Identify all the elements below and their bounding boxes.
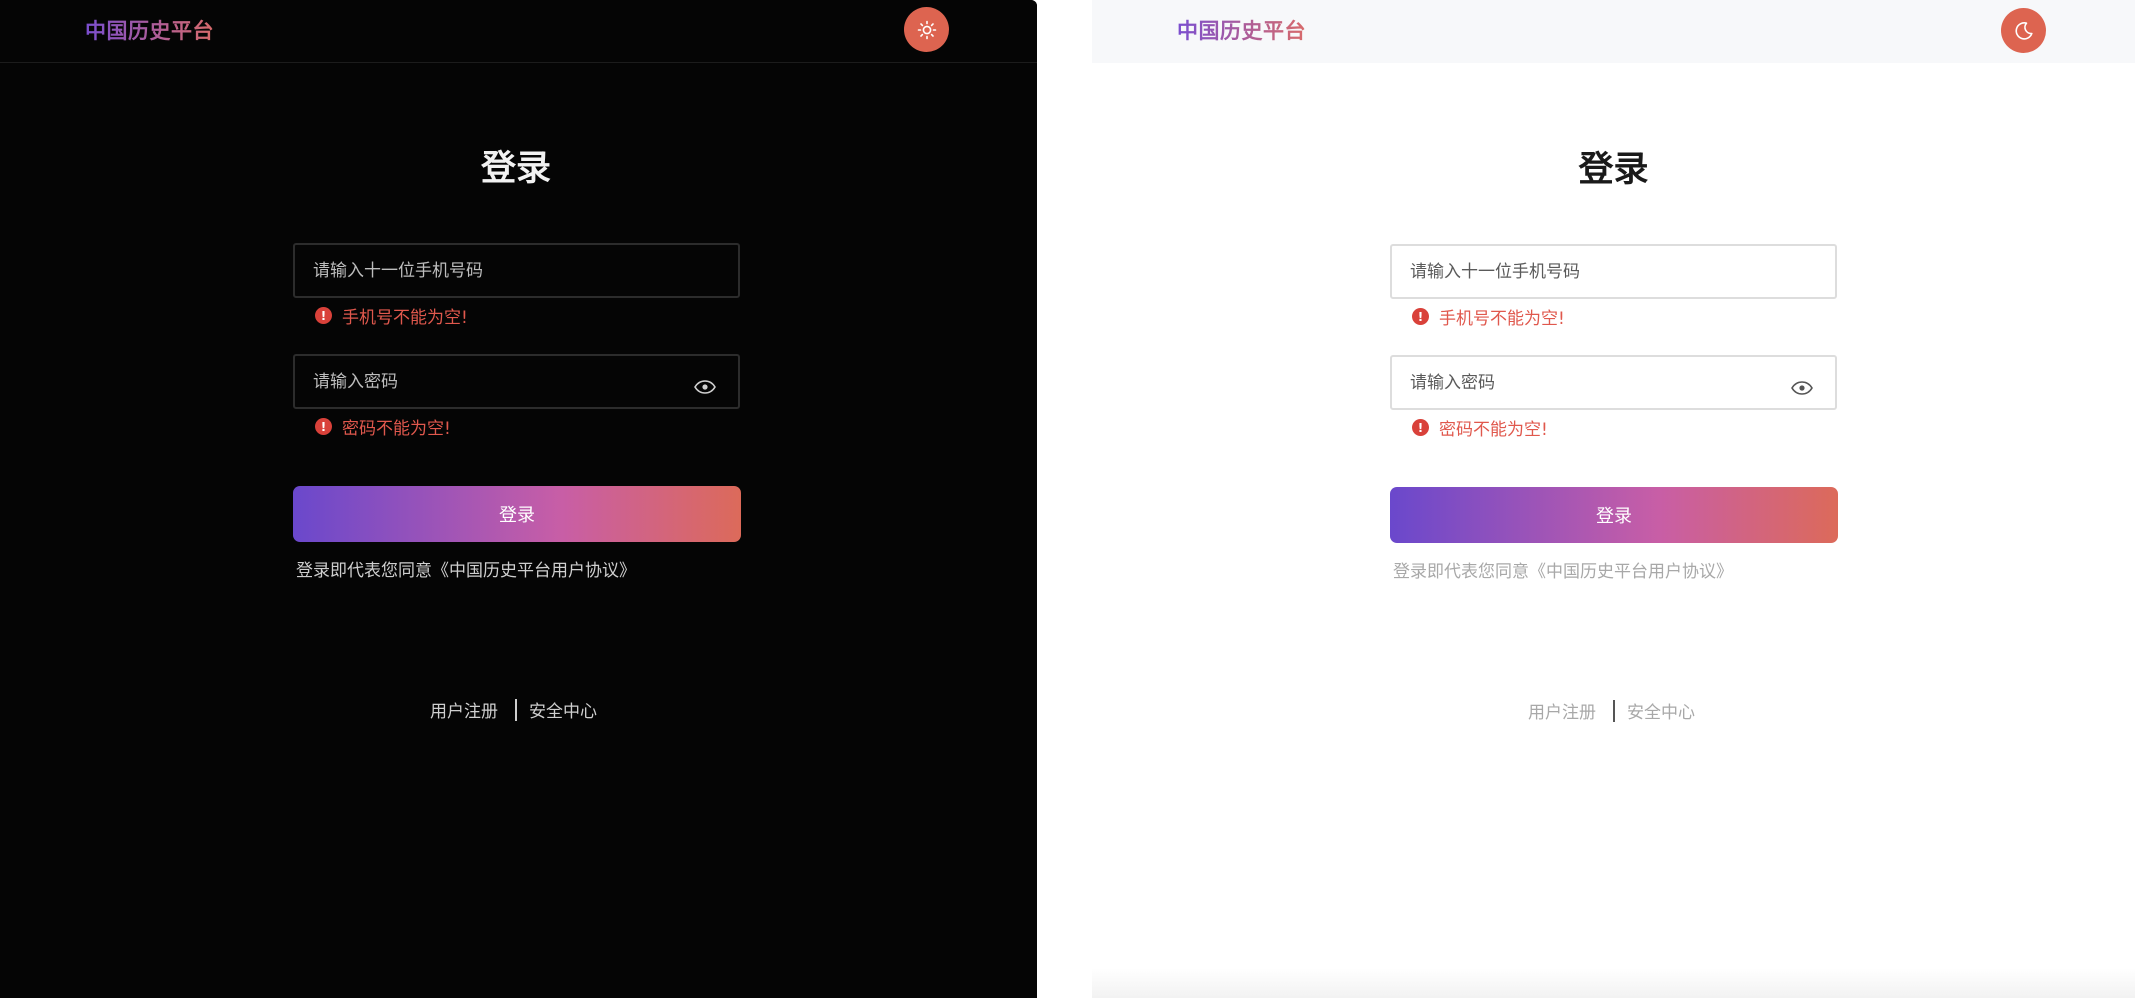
agreement-text: 登录即代表您同意《中国历史平台用户协议》 [1393,557,1733,582]
security-center-link[interactable]: 安全中心 [1627,698,1695,723]
phone-error-text: 手机号不能为空! [342,308,468,328]
page-title: 登录 [1578,150,1649,190]
bottom-shadow [1092,968,2135,998]
agreement-text: 登录即代表您同意《中国历史平台用户协议》 [296,556,636,581]
eye-icon[interactable] [694,380,716,394]
theme-toggle-button[interactable] [904,7,949,52]
eye-icon[interactable] [1791,381,1813,395]
header: 中国历史平台 [0,0,1037,63]
password-error-text: 密码不能为空! [1439,420,1548,440]
phone-error-text: 手机号不能为空! [1439,309,1565,329]
error-icon: ! [315,418,332,435]
phone-input[interactable] [1392,246,1835,297]
register-link[interactable]: 用户注册 [430,697,498,722]
register-link[interactable]: 用户注册 [1528,698,1596,723]
site-logo[interactable]: 中国历史平台 [85,15,214,45]
agreement-prefix: 登录即代表您同意 [296,561,432,581]
password-input[interactable] [295,356,738,407]
footer-links: 用户注册 安全中心 [1528,698,1695,723]
user-agreement-link[interactable]: 《中国历史平台用户协议》 [432,561,636,581]
divider [515,698,517,721]
phone-error-message: ! 手机号不能为空! [315,303,468,328]
password-error-text: 密码不能为空! [342,419,451,439]
security-center-link[interactable]: 安全中心 [529,697,597,722]
phone-field [293,243,740,298]
login-button[interactable]: 登录 [1390,487,1838,543]
header: 中国历史平台 [1092,0,2135,63]
password-error-message: ! 密码不能为空! [315,414,451,439]
phone-field [1390,244,1837,299]
user-agreement-link[interactable]: 《中国历史平台用户协议》 [1529,562,1733,582]
sun-icon [917,20,936,39]
password-field [1390,355,1837,410]
password-input[interactable] [1392,357,1835,408]
phone-error-message: ! 手机号不能为空! [1412,304,1565,329]
moon-icon [2014,21,2033,40]
password-error-message: ! 密码不能为空! [1412,415,1548,440]
page-title: 登录 [480,149,551,189]
error-icon: ! [1412,419,1429,436]
error-icon: ! [315,307,332,324]
password-field [293,354,740,409]
phone-input[interactable] [295,245,738,296]
login-button[interactable]: 登录 [293,486,741,542]
agreement-prefix: 登录即代表您同意 [1393,562,1529,582]
theme-toggle-button[interactable] [2001,8,2046,53]
light-theme-panel: 中国历史平台 登录 ! 手机号不能为空! ! 密码不能为空! 登录 登录即代表您… [1092,0,2135,998]
site-logo[interactable]: 中国历史平台 [1177,15,1306,45]
footer-links: 用户注册 安全中心 [430,697,597,722]
dark-theme-panel: 中国历史平台 登录 ! 手机号不能为空! [0,0,1037,998]
error-icon: ! [1412,308,1429,325]
divider [1613,699,1615,722]
